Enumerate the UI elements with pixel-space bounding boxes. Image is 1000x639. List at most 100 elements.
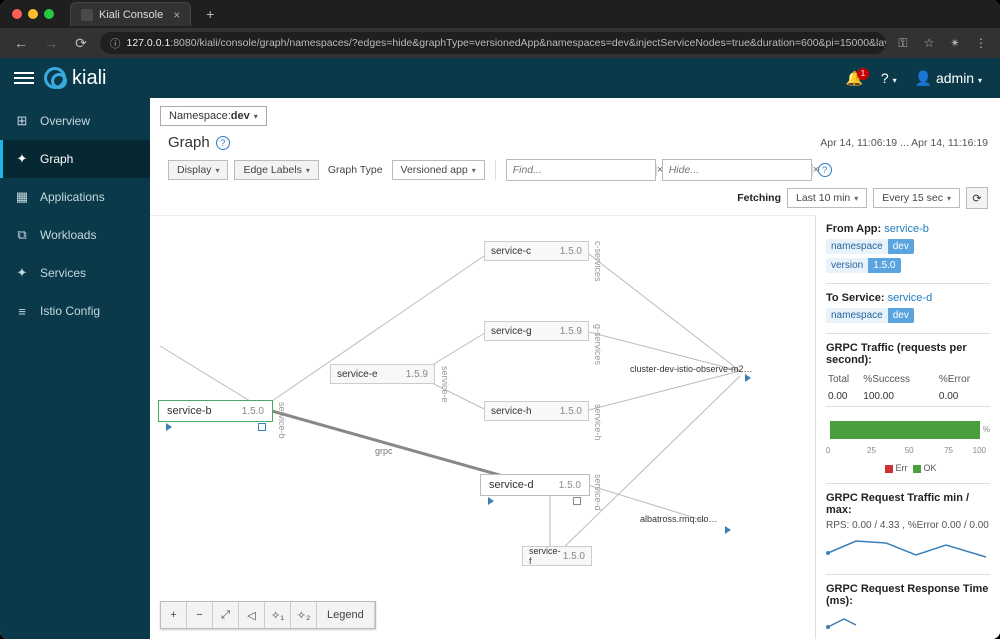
graph-canvas[interactable]: grpc service-c1.5.0 service-e1.5.9 <box>150 215 815 639</box>
sparkline-chart <box>826 535 990 561</box>
sidebar-item-applications[interactable]: ▦Applications <box>0 178 150 216</box>
namespace-selector[interactable]: Namespace: dev▾ <box>160 106 267 126</box>
menu-icon[interactable]: ⋮ <box>972 34 990 52</box>
fit-button[interactable]: ⤢ <box>213 602 239 628</box>
url-host: 127.0.0.1 <box>127 37 171 49</box>
graph-type-label: Graph Type <box>325 164 386 176</box>
node-cluster[interactable]: cluster-dev-istio-observe-m2… <box>630 364 753 374</box>
layout1-button[interactable]: ✧₁ <box>265 602 291 628</box>
from-app-title: From App: service-b <box>826 223 990 235</box>
traffic-title: GRPC Traffic (requests per second): <box>826 342 990 366</box>
svc-label-g: g-services <box>593 324 603 365</box>
user-menu[interactable]: 👤 admin ▾ <box>911 70 986 87</box>
display-dropdown[interactable]: Display▾ <box>168 160 228 180</box>
sidebar-item-graph[interactable]: ✦Graph <box>0 140 150 178</box>
port-out-icon <box>258 423 266 431</box>
url-field[interactable]: ⓘ 127.0.0.1:8080/kiali/console/graph/nam… <box>100 32 886 54</box>
find-input[interactable]: × <box>506 159 656 181</box>
node-service-c[interactable]: service-c1.5.0 <box>484 241 589 261</box>
svc-label-e: service-e <box>440 366 450 403</box>
help-icon[interactable]: ? <box>216 136 230 150</box>
sidebar-item-services[interactable]: ✦Services <box>0 254 150 292</box>
filter-help-icon[interactable]: ? <box>818 163 832 177</box>
page-title: Graph ? <box>168 134 230 151</box>
sidebar-item-workloads[interactable]: ⧉Workloads <box>0 216 150 254</box>
logo-icon <box>44 67 66 89</box>
resp-time-title: GRPC Request Response Time (ms): <box>826 583 990 607</box>
zoom-in-button[interactable]: + <box>161 602 187 628</box>
browser-url-bar: ← → ⟳ ⓘ 127.0.0.1:8080/kiali/console/gra… <box>0 28 1000 58</box>
albatross-port-icon <box>725 526 731 534</box>
sidebar-item-overview[interactable]: ⊞Overview <box>0 102 150 140</box>
graph-type-dropdown[interactable]: Versioned app▾ <box>392 160 485 180</box>
interval-dropdown[interactable]: Every 15 sec▾ <box>873 188 960 208</box>
zoom-out-button[interactable]: − <box>187 602 213 628</box>
url-path: /kiali/console/graph/namespaces/?edges=h… <box>197 37 886 49</box>
node-service-d[interactable]: service-d1.5.0 <box>480 474 590 496</box>
node-service-f[interactable]: service-f1.5.0 <box>522 546 592 566</box>
minimize-icon[interactable] <box>28 9 38 19</box>
maximize-icon[interactable] <box>44 9 54 19</box>
nav-reload-button[interactable]: ⟳ <box>70 32 92 54</box>
req-traffic-line: RPS: 0.00 / 4.33 , %Error 0.00 / 0.00 <box>826 520 990 531</box>
window-controls <box>8 9 62 19</box>
back-button[interactable]: ◁ <box>239 602 265 628</box>
chart-legend: ErrOK <box>826 463 990 473</box>
req-traffic-title: GRPC Request Traffic min / max: <box>826 492 990 516</box>
hide-input[interactable]: × <box>662 159 812 181</box>
star-icon[interactable]: ☆ <box>920 34 938 52</box>
layout2-button[interactable]: ✧₂ <box>291 602 317 628</box>
refresh-button[interactable]: ⟳ <box>966 187 988 209</box>
extension-icon[interactable]: ✴ <box>946 34 964 52</box>
svc-label-b: service-b <box>277 402 287 439</box>
svc-label-c: c-services <box>593 241 603 282</box>
sparkline-chart <box>826 615 866 639</box>
help-button[interactable]: ? ▾ <box>877 70 901 86</box>
close-icon[interactable] <box>12 9 22 19</box>
port-in-icon <box>166 423 172 431</box>
timestamp: Apr 14, 11:06:19 ... Apr 14, 11:16:19 <box>820 137 988 149</box>
nav-back-button[interactable]: ← <box>10 32 32 54</box>
chip-namespace: namespacedev <box>826 239 914 254</box>
node-service-g[interactable]: service-g1.5.9 <box>484 321 589 341</box>
chip-namespace: namespacedev <box>826 308 914 323</box>
details-panel: From App: service-b namespacedev version… <box>815 215 1000 639</box>
fetching-label: Fetching <box>737 192 781 204</box>
graph-toolbar: Display▾ Edge Labels▾ Graph Type Version… <box>150 155 1000 215</box>
traffic-bar-chart: % 0 25 50 75 100 <box>826 413 990 453</box>
edge-labels-dropdown[interactable]: Edge Labels▾ <box>234 160 318 180</box>
canvas-toolbar: + − ⤢ ◁ ✧₁ ✧₂ Legend <box>160 601 376 629</box>
node-albatross[interactable]: albatross.rmq.clo… <box>640 514 718 524</box>
sidebar-item-istio-config[interactable]: ≡Istio Config <box>0 292 150 330</box>
sidebar: ⊞Overview ✦Graph ▦Applications ⧉Workload… <box>0 98 150 639</box>
to-svc-title: To Service: service-d <box>826 292 990 304</box>
istio-config-icon: ≡ <box>14 303 30 319</box>
svc-label-h: service-h <box>593 404 603 441</box>
nav-fwd-button[interactable]: → <box>40 32 62 54</box>
brand-logo[interactable]: kiali <box>44 67 106 90</box>
close-tab-icon[interactable]: × <box>173 8 180 22</box>
overview-icon: ⊞ <box>14 113 30 129</box>
applications-icon: ▦ <box>14 189 30 205</box>
browser-tab[interactable]: Kiali Console × <box>70 2 191 26</box>
port-in-icon <box>488 497 494 505</box>
browser-tab-strip: Kiali Console × + <box>0 0 1000 28</box>
to-svc-link[interactable]: service-d <box>888 292 933 304</box>
traffic-table: Total%Success%Error 0.00100.000.00 <box>826 370 990 407</box>
info-icon: ⓘ <box>110 36 121 51</box>
node-service-b[interactable]: service-b1.5.0 <box>158 400 273 422</box>
from-app-link[interactable]: service-b <box>884 223 929 235</box>
duration-dropdown[interactable]: Last 10 min▾ <box>787 188 867 208</box>
hamburger-button[interactable] <box>14 68 34 88</box>
notification-button[interactable]: 🔔1 <box>841 70 866 87</box>
node-service-e[interactable]: service-e1.5.9 <box>330 364 435 384</box>
cluster-port-icon <box>745 374 751 382</box>
node-service-h[interactable]: service-h1.5.0 <box>484 401 589 421</box>
port-out-icon <box>573 497 581 505</box>
key-icon[interactable]: ⚿ <box>894 34 912 52</box>
workloads-icon: ⧉ <box>14 227 30 243</box>
new-tab-button[interactable]: + <box>199 3 221 25</box>
favicon-icon <box>81 9 93 21</box>
legend-button[interactable]: Legend <box>317 602 375 628</box>
brand-text: kiali <box>72 67 106 90</box>
